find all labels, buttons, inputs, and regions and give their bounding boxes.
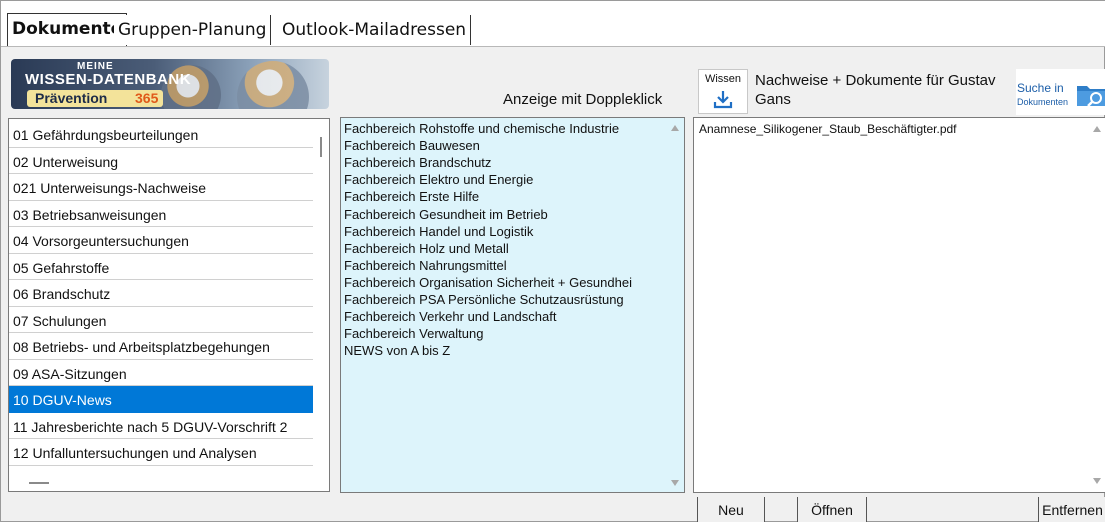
wissen-datenbank-logo: MEINE WISSEN-DATENBANK Prävention 365 [11,59,329,109]
fachbereich-item[interactable]: Fachbereich Erste Hilfe [344,188,479,205]
scroll-down-arrow-icon[interactable] [671,480,679,486]
search-documents-button[interactable]: Suche in Dokumenten [1016,69,1105,115]
app-window: Dokumente Gruppen-Planung Outlook-Mailad… [0,0,1105,522]
fachbereich-item[interactable]: Fachbereich Handel und Logistik [344,223,533,240]
fachbereich-item[interactable]: NEWS von A bis Z [344,342,450,359]
fachbereich-item[interactable]: Fachbereich Holz und Metall [344,240,509,257]
category-item[interactable]: 08 Betriebs- und Arbeitsplatzbegehungen [9,333,314,360]
category-item[interactable]: 04 Vorsorgeuntersuchungen [9,227,314,254]
folder-search-icon [1077,86,1105,107]
fachbereich-item[interactable]: Fachbereich Verkehr und Landschaft [344,308,556,325]
wissen-button[interactable]: Wissen [698,69,748,114]
category-list[interactable]: 01 Gefährdungsbeurteilungen 02 Unterweisu… [8,118,330,492]
scroll-up-arrow-icon[interactable] [671,125,679,131]
fachbereich-item[interactable]: Fachbereich PSA Persönliche Schutzausrüs… [344,291,624,308]
double-click-hint: Anzeige mit Doppleklick [503,91,663,108]
document-file-list[interactable]: Anamnese_Silikogener_Staub_Beschäftigter… [693,117,1105,493]
logo-text-praevention: Prävention [35,90,108,106]
fachbereich-list[interactable]: Fachbereich Rohstoffe und chemische Indu… [340,117,685,493]
category-item[interactable]: 05 Gefahrstoffe [9,254,314,280]
fachbereich-item[interactable]: Fachbereich Verwaltung [344,325,483,342]
category-item[interactable]: 10 DGUV-News [9,386,314,413]
file-item[interactable]: Anamnese_Silikogener_Staub_Beschäftigter… [699,122,957,136]
fachbereich-item[interactable]: Fachbereich Organisation Sicherheit + Ge… [344,274,632,291]
remove-button[interactable]: Entfernen [1038,497,1105,522]
scrollbar-thumb[interactable] [29,482,49,484]
download-icon [713,91,733,109]
search-documents-label: Suche in [1017,81,1064,95]
scrollbar-thumb[interactable] [320,137,322,157]
logo-photo-worker-2 [237,61,309,109]
scroll-down-arrow-icon[interactable] [1093,478,1101,484]
category-list-vertical-scrollbar[interactable] [313,119,329,491]
search-documents-sublabel: Dokumenten [1017,97,1069,107]
new-button[interactable]: Neu [697,497,765,522]
wissen-button-label: Wissen [704,73,742,85]
category-item[interactable]: 07 Schulungen [9,307,314,333]
category-item[interactable]: 12 Unfalluntersuchungen und Analysen [9,439,314,466]
category-list-horizontal-scrollbar[interactable] [9,475,329,491]
logo-text-wissen-datenbank: WISSEN-DATENBANK [25,71,192,88]
tab-gruppen-planung[interactable]: Gruppen-Planung [114,15,272,45]
category-item[interactable]: 11 Jahresberichte nach 5 DGUV-Vorschrift… [9,413,314,439]
category-item[interactable]: 01 Gefährdungsbeurteilungen [9,121,314,148]
category-item[interactable]: 09 ASA-Sitzungen [9,360,314,386]
fachbereich-item[interactable]: Fachbereich Elektro und Energie [344,171,533,188]
fachbereich-item[interactable]: Fachbereich Bauwesen [344,137,480,154]
category-item[interactable]: 03 Betriebsanweisungen [9,201,314,227]
fachbereich-item[interactable]: Fachbereich Gesundheit im Betrieb [344,206,548,223]
scroll-up-arrow-icon[interactable] [1093,126,1101,132]
category-item[interactable]: 021 Unterweisungs-Nachweise [9,174,314,201]
tab-outlook-mailadressen[interactable]: Outlook-Mailadressen [278,15,472,45]
logo-text-365: 365 [135,90,159,106]
documents-title: Nachweise + Dokumente für Gustav Gans [755,72,996,108]
category-item[interactable]: 02 Unterweisung [9,148,314,174]
tab-dokumente[interactable]: Dokumente [7,13,128,46]
tab-bar: Dokumente Gruppen-Planung Outlook-Mailad… [1,1,1105,47]
fachbereich-item[interactable]: Fachbereich Brandschutz [344,154,491,171]
fachbereich-item[interactable]: Fachbereich Nahrungsmittel [344,257,507,274]
open-button[interactable]: Öffnen [797,497,867,522]
category-item[interactable]: 06 Brandschutz [9,280,314,307]
fachbereich-item[interactable]: Fachbereich Rohstoffe und chemische Indu… [344,120,619,137]
